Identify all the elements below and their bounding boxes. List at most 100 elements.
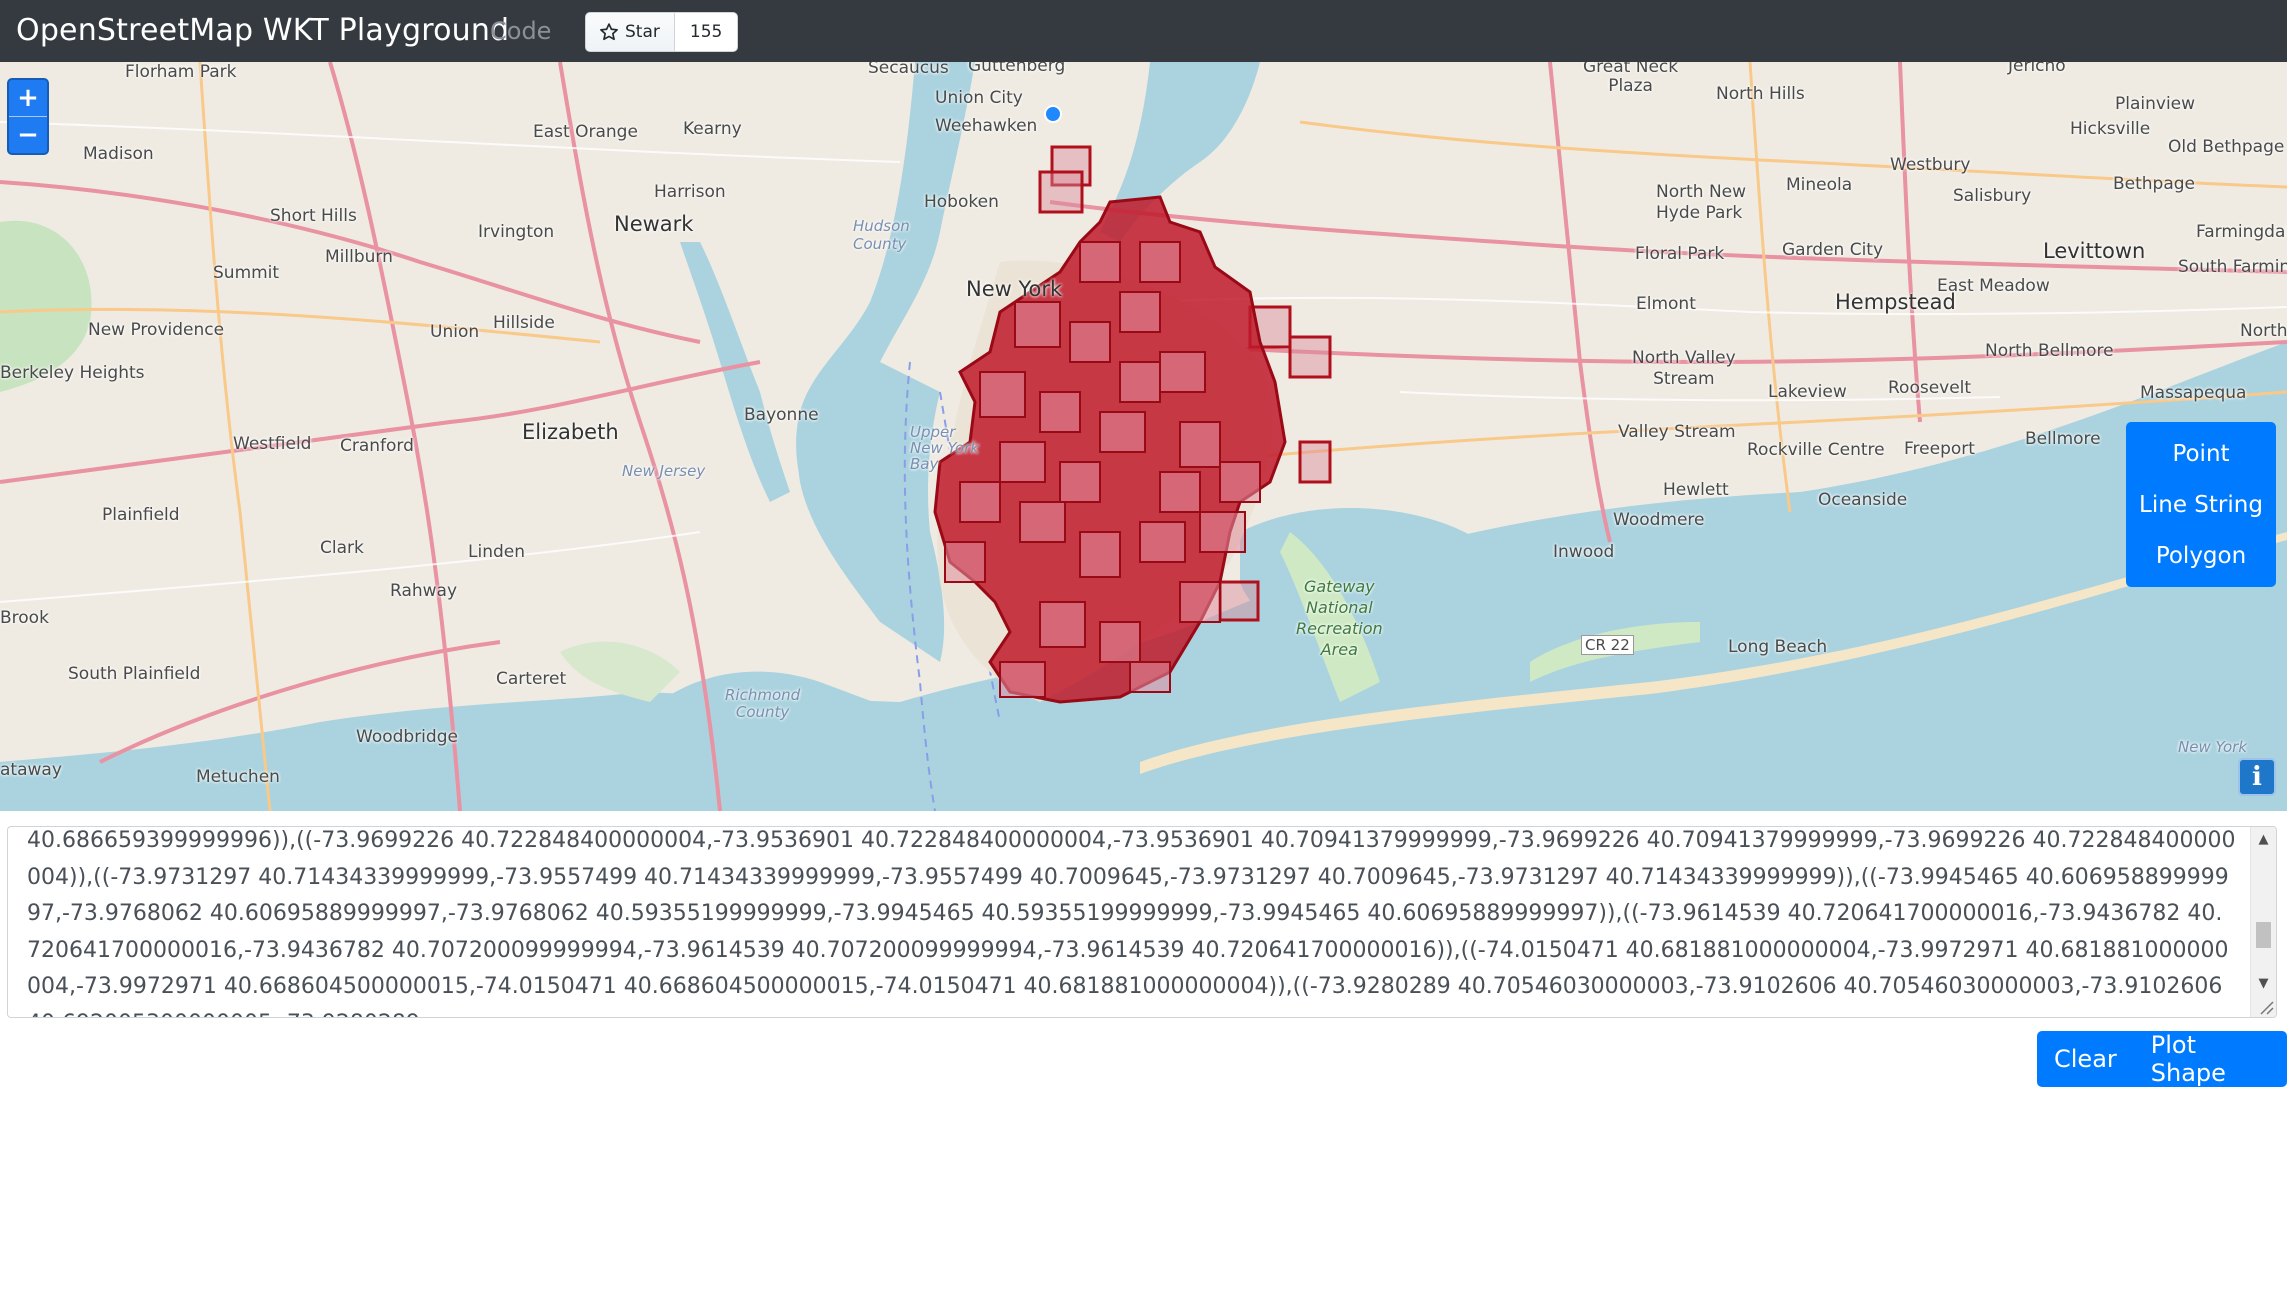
- map-label: Guttenberg: [968, 62, 1066, 76]
- map-label: North Bellmore: [1985, 341, 2114, 361]
- map-label: North New Hyde Park: [1656, 182, 1747, 223]
- map-label: Oceanside: [1818, 490, 1908, 510]
- github-star-button[interactable]: Star: [586, 13, 675, 51]
- map-label: New Jersey: [622, 462, 706, 480]
- clear-button[interactable]: Clear: [2037, 1031, 2134, 1087]
- map-label: Irvington: [478, 222, 555, 242]
- map-label: South Plainfield: [68, 664, 201, 684]
- star-count[interactable]: 155: [674, 13, 738, 51]
- map-label: Secaucus: [868, 62, 949, 78]
- map-label: Elmont: [1636, 294, 1696, 314]
- map-label: Roosevelt: [1888, 378, 1972, 398]
- info-button[interactable]: i: [2238, 758, 2276, 796]
- map-label: Farmingdale: [2196, 222, 2287, 242]
- map-label: Weehawken: [935, 116, 1038, 136]
- polygon-tool-button[interactable]: Polygon: [2126, 543, 2276, 569]
- textarea-scrollbar[interactable]: ▲ ▼: [2250, 827, 2276, 1017]
- map-label: Woodbridge: [356, 727, 458, 747]
- scroll-up-icon[interactable]: ▲: [2251, 827, 2276, 851]
- map-label: Rahway: [390, 581, 458, 601]
- map-label: Carteret: [496, 669, 567, 689]
- map-label: Hudson County: [853, 217, 910, 253]
- map-label: Newark: [614, 212, 694, 236]
- navbar: OpenStreetMap WKT Playground Code Star 1…: [0, 0, 2287, 62]
- github-star-widget[interactable]: Star 155: [585, 12, 739, 52]
- map-label: Old Bethpage: [2168, 137, 2285, 157]
- map-label: Bayonne: [744, 405, 819, 425]
- point-tool-button[interactable]: Point: [2126, 441, 2276, 467]
- map-label: Brook: [0, 608, 49, 628]
- map-label: Millburn: [325, 247, 393, 267]
- map-label: Freeport: [1904, 439, 1975, 459]
- map-label: Garden City: [1782, 240, 1884, 260]
- map-label: Short Hills: [270, 206, 357, 226]
- map-label: New York: [966, 277, 1063, 301]
- map-label: Gateway National Recreation Area: [1296, 577, 1383, 659]
- shape-tools-panel: Point Line String Polygon: [2126, 422, 2276, 587]
- action-buttons: Clear Plot Shape: [2037, 1031, 2287, 1087]
- scroll-down-icon[interactable]: ▼: [2251, 971, 2276, 995]
- map-label: CR 22: [1581, 635, 1634, 655]
- map-label: Clark: [320, 538, 364, 558]
- map[interactable]: Florham Park Secaucus Guttenberg Great N…: [0, 62, 2287, 811]
- map-label: North A: [2240, 321, 2287, 341]
- map-label: Union City: [935, 88, 1023, 108]
- map-label: Hicksville: [2070, 119, 2151, 139]
- star-label: Star: [625, 22, 660, 42]
- map-label: Bellmore: [2025, 429, 2101, 449]
- map-label: Hewlett: [1663, 480, 1729, 500]
- scrollbar-thumb[interactable]: [2256, 922, 2271, 948]
- map-label: North Hills: [1716, 84, 1805, 104]
- line-string-tool-button[interactable]: Line String: [2126, 492, 2276, 518]
- map-label: Floral Park: [1635, 244, 1725, 264]
- map-label: North Valley Stream: [1632, 348, 1736, 389]
- map-label: Upper New York Bay: [910, 423, 980, 473]
- map-label: Summit: [213, 263, 280, 283]
- map-label: Madison: [83, 144, 154, 164]
- map-label: New Providence: [88, 320, 225, 340]
- map-label: Harrison: [654, 182, 726, 202]
- map-label: Great Neck Plaza: [1583, 62, 1679, 96]
- map-label: Inwood: [1553, 542, 1615, 562]
- map-label: Westfield: [233, 434, 312, 454]
- star-icon: [600, 23, 618, 41]
- map-label: Hempstead: [1835, 290, 1956, 314]
- map-label: New York: [2178, 738, 2248, 756]
- wkt-text: 40.686659399999996)),((-73.9699226 40.72…: [27, 828, 2236, 1017]
- map-label: South Farming: [2178, 257, 2287, 277]
- map-label: Lakeview: [1768, 382, 1847, 402]
- map-label: Jericho: [2008, 62, 2066, 76]
- map-label: Long Beach: [1728, 637, 1828, 657]
- map-label: Woodmere: [1613, 510, 1705, 530]
- map-label: Valley Stream: [1618, 422, 1736, 442]
- map-label: Hillside: [493, 313, 555, 333]
- map-label: Plainview: [2115, 94, 2196, 114]
- map-label: Rockville Centre: [1747, 440, 1885, 460]
- map-label: Kearny: [683, 119, 742, 139]
- map-label: Westbury: [1890, 155, 1971, 175]
- plot-shape-button[interactable]: Plot Shape: [2134, 1031, 2287, 1087]
- map-label: Linden: [468, 542, 525, 562]
- app-title[interactable]: OpenStreetMap WKT Playground: [16, 13, 509, 48]
- map-label: Florham Park: [125, 62, 237, 82]
- map-label: Metuchen: [196, 767, 280, 787]
- map-label: Cranford: [340, 436, 414, 456]
- resize-handle-icon[interactable]: [2256, 997, 2274, 1015]
- map-label: Berkeley Heights: [0, 363, 145, 383]
- map-label: Richmond County: [725, 686, 801, 721]
- map-label: Union: [430, 322, 480, 342]
- wkt-textarea[interactable]: 40.686659399999996)),((-73.9699226 40.72…: [7, 826, 2277, 1018]
- map-label: Bethpage: [2113, 174, 2196, 194]
- map-label: Mineola: [1786, 175, 1853, 195]
- map-label: East Orange: [533, 122, 638, 142]
- map-label: Salisbury: [1953, 186, 2032, 206]
- map-label: Levittown: [2043, 239, 2146, 263]
- map-label: Massapequa: [2140, 383, 2247, 403]
- zoom-out-button[interactable]: −: [9, 117, 47, 153]
- zoom-in-button[interactable]: +: [9, 80, 47, 117]
- code-link[interactable]: Code: [490, 17, 551, 45]
- map-label: Hoboken: [924, 192, 999, 212]
- map-label: ataway: [0, 760, 62, 780]
- map-label: Elizabeth: [522, 420, 619, 444]
- zoom-control: + −: [7, 78, 49, 155]
